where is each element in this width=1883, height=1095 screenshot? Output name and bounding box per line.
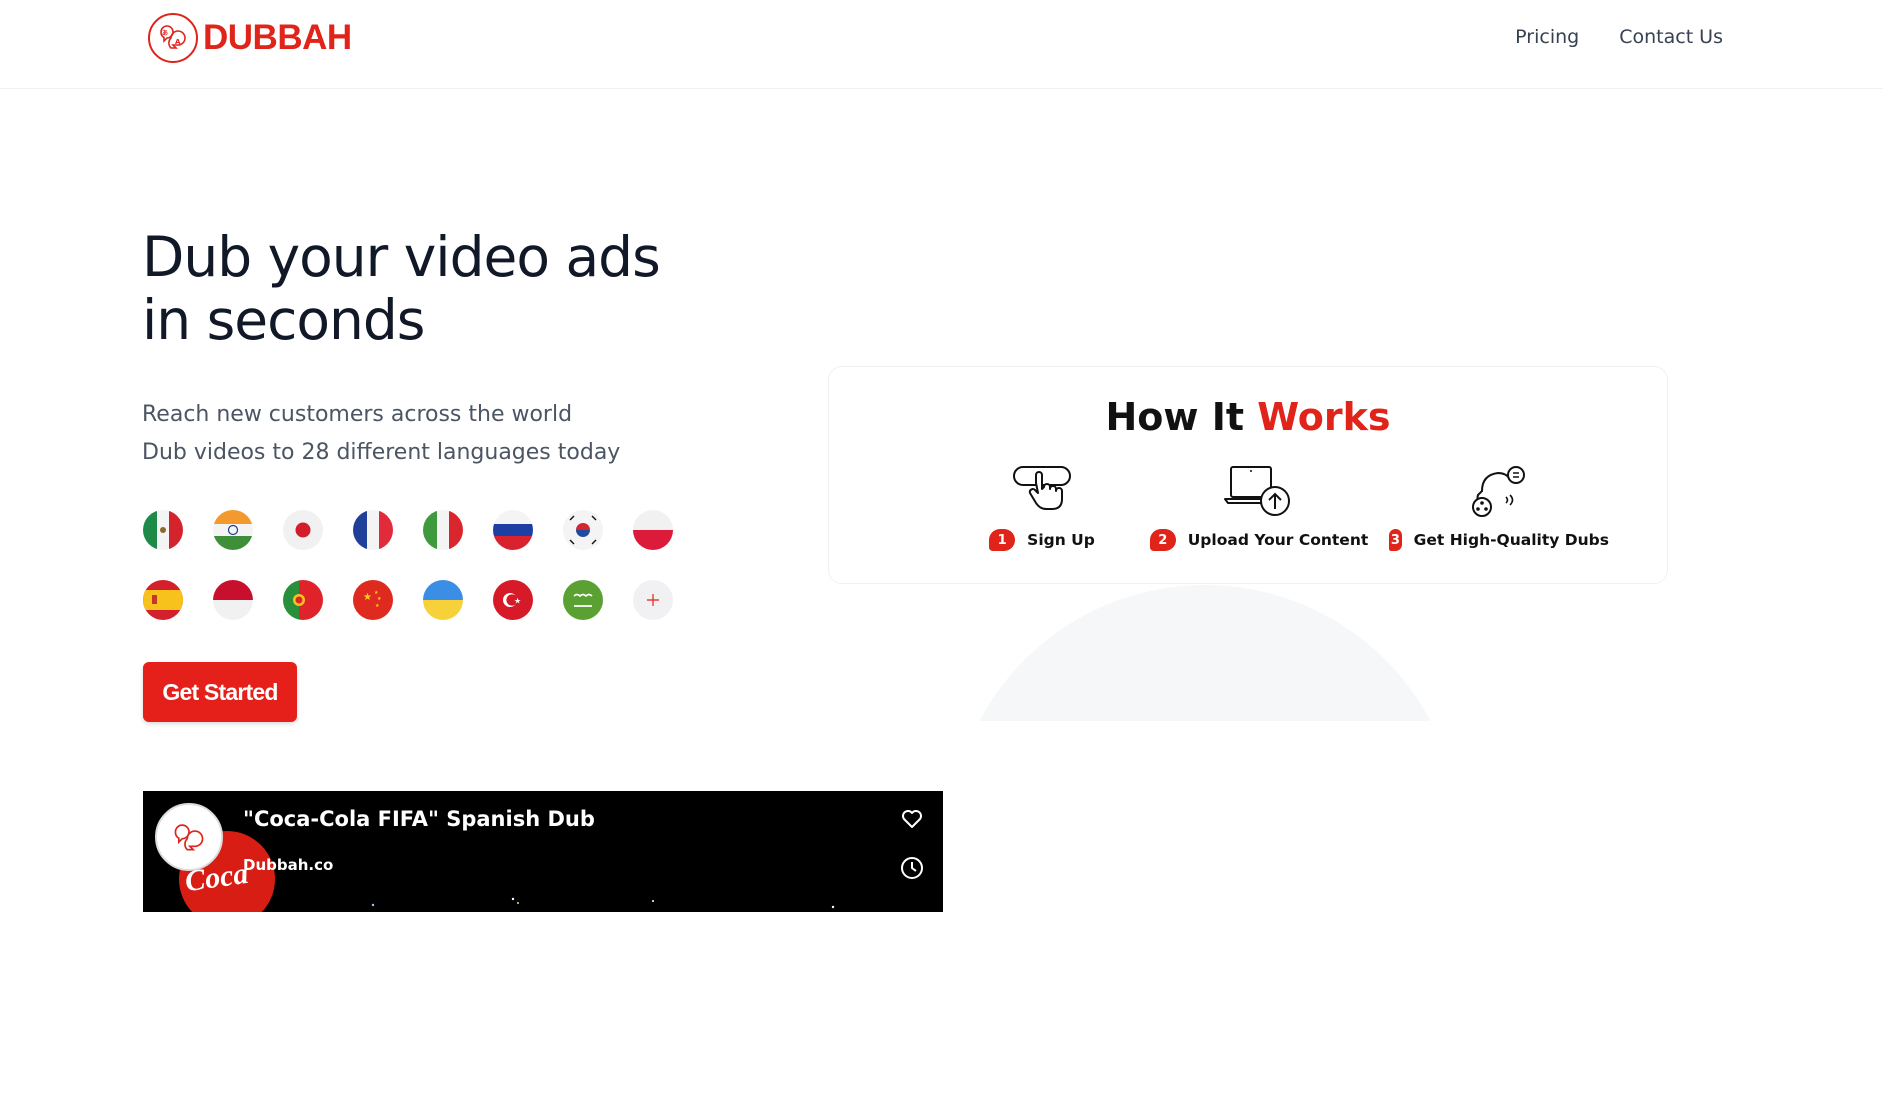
step-upload-content: 2 Upload Your Content bbox=[1149, 463, 1369, 551]
head-audio-icon bbox=[1472, 466, 1525, 517]
indonesia-flag-icon bbox=[213, 580, 253, 620]
svg-text:★: ★ bbox=[377, 596, 382, 602]
plus-icon[interactable] bbox=[633, 580, 673, 620]
step-number-badge: 3 bbox=[1389, 529, 1402, 551]
step-label: 2 Upload Your Content bbox=[1149, 529, 1369, 551]
brand-logo[interactable]: あ A DUBBAH bbox=[147, 12, 352, 64]
ukraine-flag-icon bbox=[423, 580, 463, 620]
speech-bubbles-logo-icon bbox=[174, 824, 204, 851]
get-started-button[interactable]: Get Started bbox=[143, 662, 297, 722]
svg-text:★: ★ bbox=[363, 592, 372, 603]
step-label: 3 Get High-Quality Dubs bbox=[1389, 529, 1609, 551]
channel-avatar[interactable] bbox=[155, 803, 223, 871]
saudi-arabia-flag-icon bbox=[563, 580, 603, 620]
china-flag-icon: ★ ★ ★ ★ bbox=[353, 580, 393, 620]
laptop-upload-icon bbox=[1224, 466, 1290, 516]
step-get-dubs: 3 Get High-Quality Dubs bbox=[1389, 463, 1609, 551]
south-korea-flag-icon bbox=[563, 510, 603, 550]
video-title[interactable]: "Coca-Cola FIFA" Spanish Dub bbox=[243, 807, 595, 831]
video-city-lights bbox=[371, 897, 835, 909]
step-label: 1 Sign Up bbox=[947, 529, 1137, 551]
nav-contact-link[interactable]: Contact Us bbox=[1619, 26, 1723, 48]
turkey-flag-icon: ★ bbox=[493, 580, 533, 620]
mexico-flag-icon bbox=[143, 510, 183, 550]
step-text: Upload Your Content bbox=[1187, 531, 1369, 549]
nav-pricing-link[interactable]: Pricing bbox=[1515, 26, 1579, 48]
france-flag-icon bbox=[353, 510, 393, 550]
decorative-arc bbox=[950, 585, 1460, 1095]
video-channel-name[interactable]: Dubbah.co bbox=[243, 856, 333, 874]
spain-flag-icon bbox=[143, 580, 183, 620]
svg-text:★: ★ bbox=[375, 603, 380, 609]
step-text: Get High-Quality Dubs bbox=[1413, 531, 1609, 549]
hero-subtitle-line2: Dub videos to 28 different languages tod… bbox=[142, 440, 621, 465]
how-title-accent: Works bbox=[1257, 395, 1391, 439]
step-number-badge: 1 bbox=[989, 529, 1016, 551]
step-text: Sign Up bbox=[1027, 531, 1095, 549]
svg-text:あ: あ bbox=[162, 29, 168, 37]
poland-flag-icon bbox=[633, 510, 673, 550]
japan-flag-icon bbox=[283, 510, 323, 550]
video-player[interactable]: Coca "Coca-Cola FIFA" Spanish Dub Dubbah… bbox=[143, 791, 943, 912]
how-title-part1: How It bbox=[1105, 395, 1258, 439]
hero-subtitle-line1: Reach new customers across the world bbox=[142, 402, 573, 427]
india-flag-icon bbox=[213, 510, 253, 550]
russia-flag-icon bbox=[493, 510, 533, 550]
italy-flag-icon bbox=[423, 510, 463, 550]
top-nav: Pricing Contact Us bbox=[1515, 26, 1723, 48]
site-header: あ A DUBBAH Pricing Contact Us bbox=[0, 0, 1883, 89]
svg-text:A: A bbox=[175, 38, 181, 46]
hero-subtitle: Reach new customers across the world Dub… bbox=[142, 396, 620, 472]
clock-icon[interactable] bbox=[899, 855, 925, 881]
brand-name: DUBBAH bbox=[203, 18, 352, 57]
heart-icon[interactable] bbox=[899, 805, 925, 831]
how-it-works-card: How It Works 1 Sign Up 2 Upload Your Con… bbox=[828, 366, 1668, 584]
hero-title: Dub your video ads in seconds bbox=[142, 226, 742, 352]
hero-title-line1: Dub your video ads bbox=[142, 225, 661, 289]
tap-button-icon bbox=[1013, 466, 1071, 510]
hero-title-line2: in seconds bbox=[142, 288, 425, 352]
step-number-badge: 2 bbox=[1149, 529, 1176, 551]
how-it-works-title: How It Works bbox=[829, 395, 1667, 439]
svg-text:★: ★ bbox=[514, 597, 521, 606]
portugal-flag-icon bbox=[283, 580, 323, 620]
step-sign-up: 1 Sign Up bbox=[947, 463, 1137, 551]
language-flags: ★ ★ ★ ★ ★ bbox=[143, 510, 703, 620]
speech-bubbles-logo-icon: あ A bbox=[148, 13, 198, 63]
